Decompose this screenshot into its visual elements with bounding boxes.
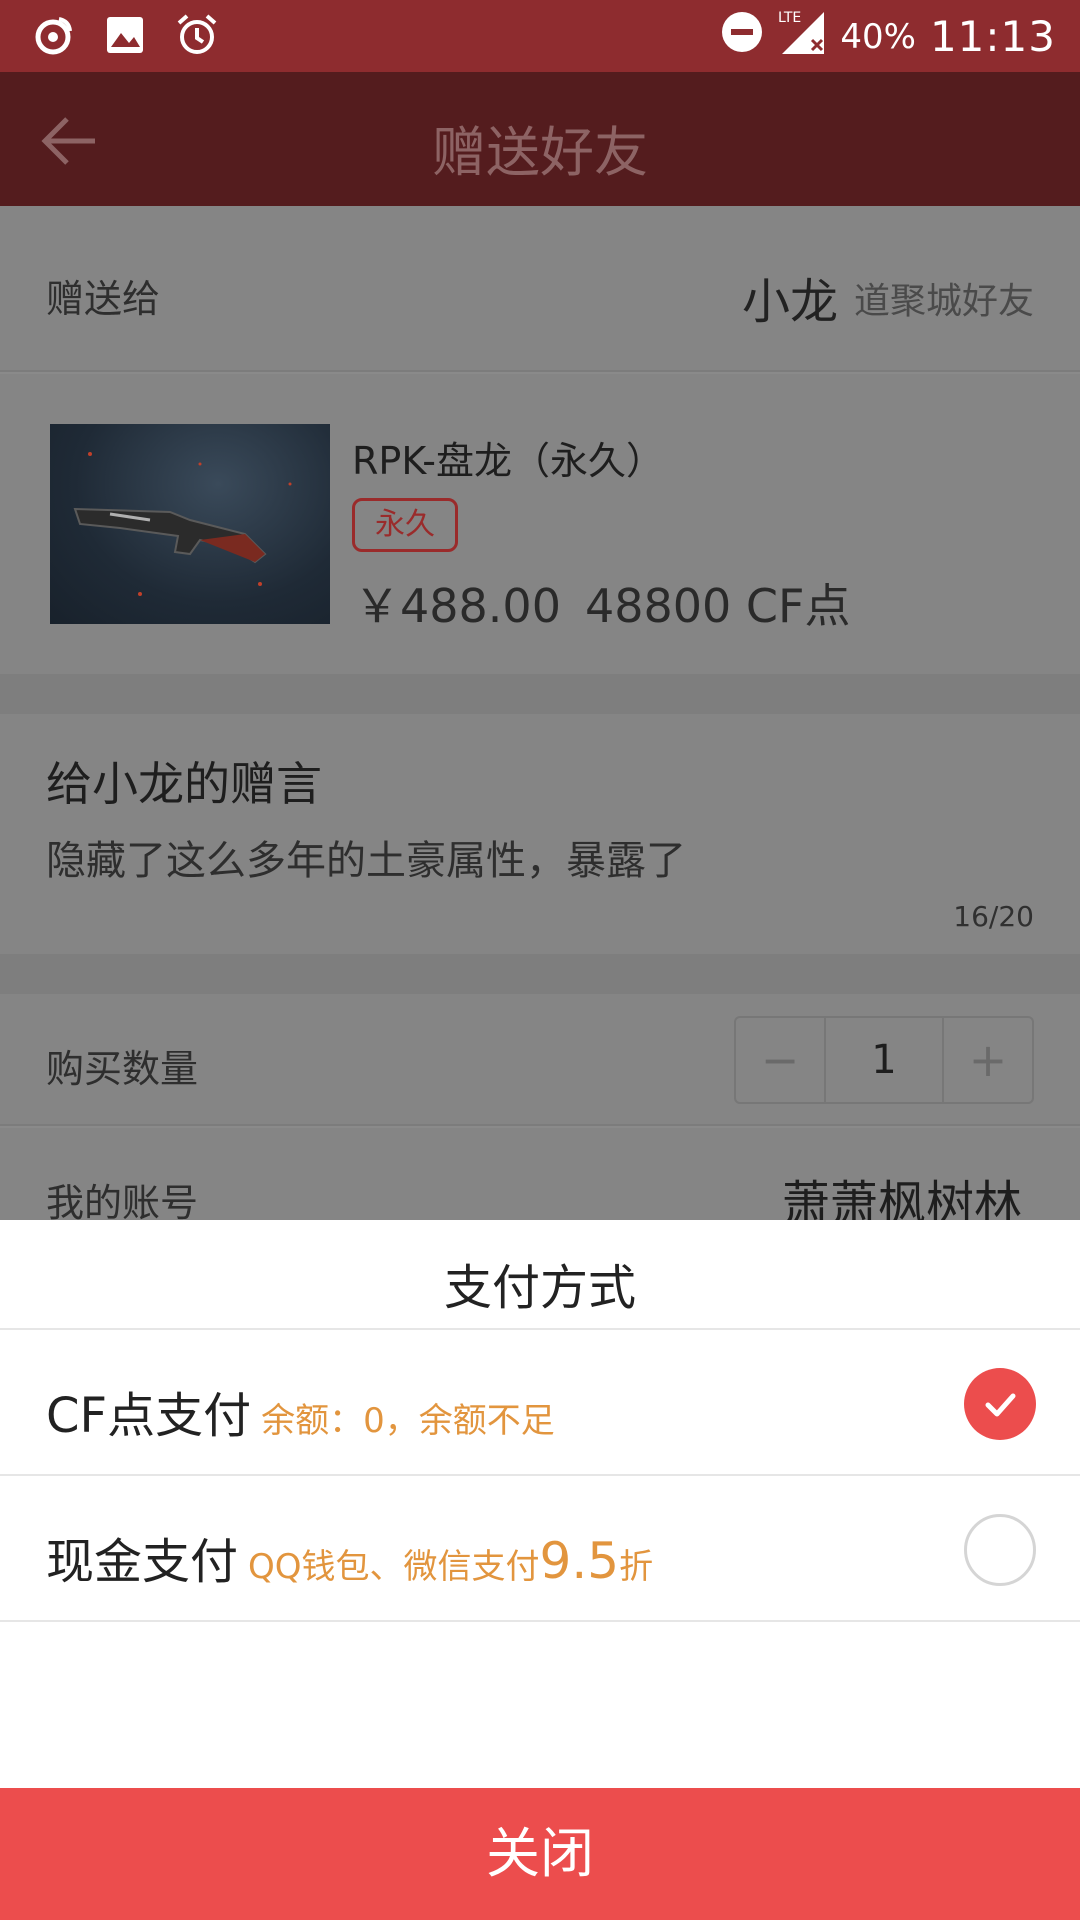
product-card: RPK-盘龙（永久） 永久 ￥488.00 48800 CF点 xyxy=(0,374,1080,674)
signal-icon: LTE xyxy=(778,8,826,65)
product-prices: ￥488.00 48800 CF点 xyxy=(354,570,851,636)
quantity-label: 购买数量 xyxy=(46,1047,199,1091)
quantity-value[interactable]: 1 xyxy=(824,1018,944,1102)
account-label: 我的账号 xyxy=(46,1181,199,1220)
payment-option-note: QQ钱包、微信支付 xyxy=(248,1547,540,1587)
status-bar: LTE 40% 11:13 xyxy=(0,0,1080,72)
product-name: RPK-盘龙（永久） xyxy=(352,439,664,483)
recipient-name: 小龙 xyxy=(741,274,838,330)
radio-selected[interactable] xyxy=(964,1368,1036,1440)
discount-value: 9.5 xyxy=(539,1532,620,1590)
recipient-tag: 道聚城好友 xyxy=(853,281,1034,322)
recipient-row: 赠送给 小龙 道聚城好友 xyxy=(0,206,1080,372)
account-row: 我的账号 萧萧枫树林 xyxy=(0,1128,1080,1220)
payment-option-cash[interactable]: 现金支付 QQ钱包、微信支付9.5折 xyxy=(0,1476,1080,1620)
payment-option-cf[interactable]: CF点支付 余额：0，余额不足 xyxy=(0,1330,1080,1474)
app-bar: 赠送好友 xyxy=(0,72,1080,206)
do-not-disturb-icon xyxy=(720,10,764,63)
divider xyxy=(0,1620,1080,1622)
discount-unit: 折 xyxy=(619,1547,654,1587)
sheet-title: 支付方式 xyxy=(443,1260,636,1316)
increment-button[interactable]: + xyxy=(944,1018,1032,1102)
gift-message[interactable]: 给小龙的赠言 隐藏了这么多年的土豪属性，暴露了 16/20 xyxy=(0,714,1080,954)
quantity-row: 购买数量 − 1 + xyxy=(0,994,1080,1126)
price-cf: 48800 CF点 xyxy=(584,579,851,633)
payment-option-note: 余额：0，余额不足 xyxy=(261,1401,555,1441)
permanent-badge: 永久 xyxy=(352,498,458,552)
check-icon xyxy=(985,1393,1016,1417)
account-value: 萧萧枫树林 xyxy=(781,1176,1022,1220)
gallery-icon xyxy=(102,12,148,58)
close-button[interactable]: 关闭 xyxy=(0,1788,1080,1920)
section-divider xyxy=(0,954,1080,994)
payment-option-label: CF点支付 xyxy=(46,1388,252,1444)
clock: 11:13 xyxy=(929,12,1056,61)
message-text[interactable]: 隐藏了这么多年的土豪属性，暴露了 xyxy=(46,828,686,886)
decrement-button[interactable]: − xyxy=(736,1018,824,1102)
section-divider xyxy=(0,674,1080,714)
alarm-icon xyxy=(174,12,220,58)
product-image xyxy=(50,424,330,624)
radio-unselected[interactable] xyxy=(964,1514,1036,1586)
battery-percent: 40% xyxy=(840,16,916,57)
page-title: 赠送好友 xyxy=(432,121,648,184)
payment-option-label: 现金支付 xyxy=(46,1534,239,1590)
weibo-icon xyxy=(30,12,76,58)
message-title: 给小龙的赠言 xyxy=(46,757,322,811)
message-char-count: 16/20 xyxy=(953,900,1034,933)
price-cny: ￥488.00 xyxy=(354,579,561,633)
recipient-label: 赠送给 xyxy=(46,277,161,321)
quantity-stepper: − 1 + xyxy=(734,1016,1034,1104)
svg-text:LTE: LTE xyxy=(778,10,801,26)
